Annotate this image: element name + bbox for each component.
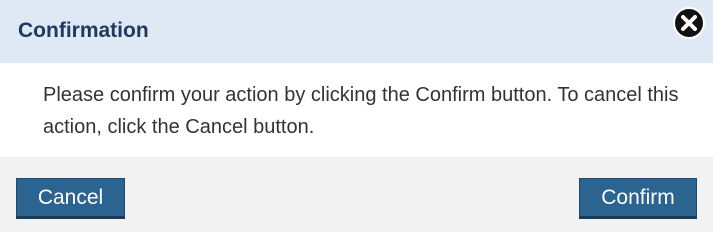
cancel-button[interactable]: Cancel (16, 178, 125, 219)
dialog-body: Please confirm your action by clicking t… (0, 63, 713, 157)
dialog-header: Confirmation (0, 0, 713, 63)
dialog-footer: Cancel Confirm (0, 157, 713, 232)
confirmation-dialog: Confirmation Please confirm your action … (0, 0, 713, 232)
dialog-title: Confirmation (18, 19, 149, 42)
close-icon[interactable] (672, 6, 706, 40)
confirm-button[interactable]: Confirm (579, 178, 697, 219)
confirmation-message: Please confirm your action by clicking t… (43, 84, 679, 138)
